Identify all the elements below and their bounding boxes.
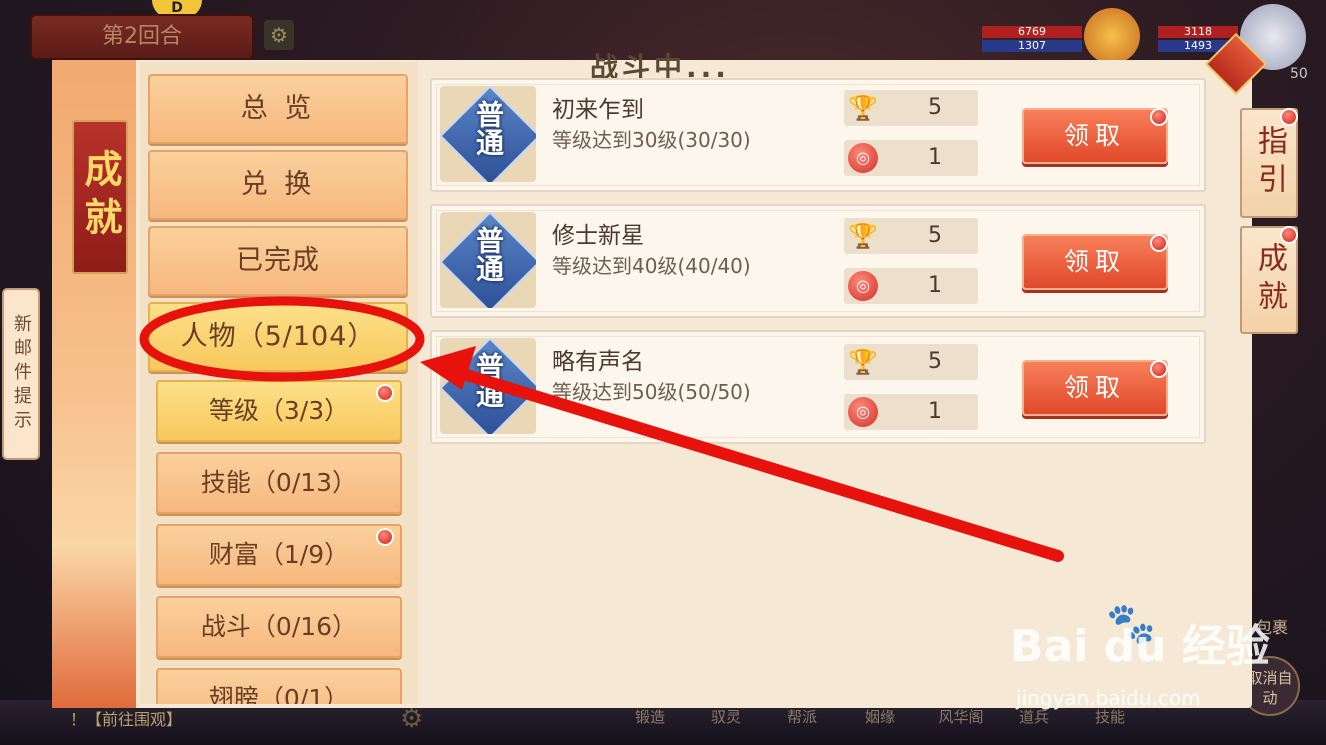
annotation-arrow-shaft [444, 364, 1064, 562]
annotation-overlay [139, 296, 1064, 562]
annotation-ellipse [139, 296, 425, 382]
annotation-arrow-head [420, 346, 476, 390]
